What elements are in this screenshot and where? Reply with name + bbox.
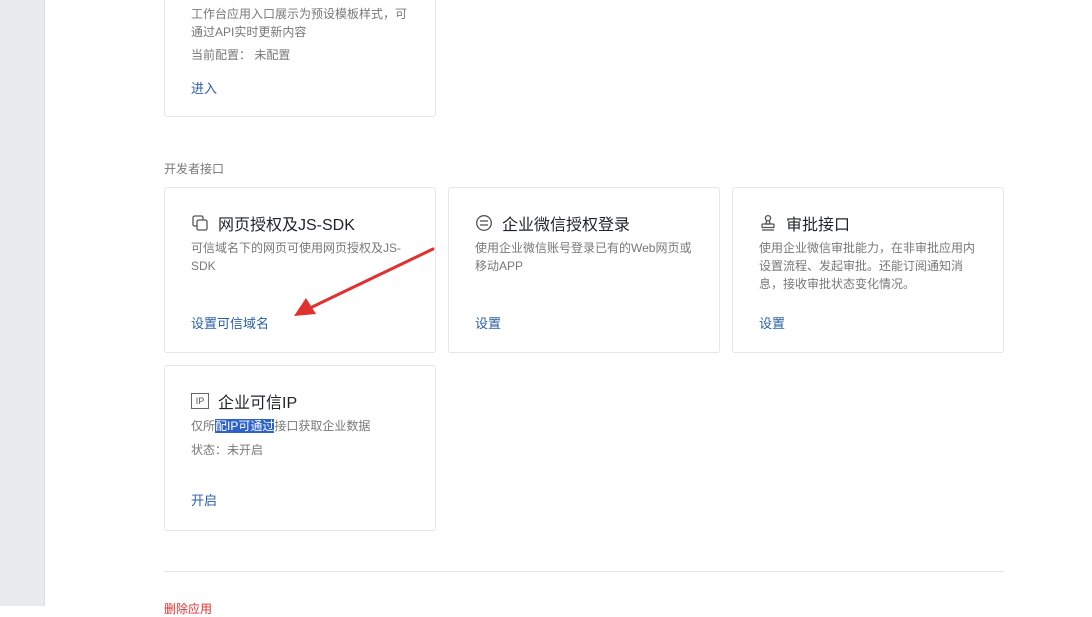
desc-post: 接口获取企业数据 [274,419,371,433]
section-divider [164,571,1004,572]
selected-text: 配IP可通过 [215,419,275,433]
card-trusted-ip-desc: 仅所配IP可通过接口获取企业数据 [191,417,415,435]
card-trusted-ip-status: 状态：未开启 [191,441,415,459]
stamp-icon [759,214,777,232]
card-wecom-login-desc: 使用企业微信账号登录已有的Web网页或移动APP [475,241,692,273]
card-trusted-ip: IP 企业可信IP 仅所配IP可通过接口获取企业数据 状态：未开启 开启 [164,365,436,531]
card-trusted-ip-title-text: 企业可信IP [218,395,298,412]
card-wecom-login-title-text: 企业微信授权登录 [502,217,631,234]
card-approval-desc: 使用企业微信审批能力，在非审批应用内设置流程、发起审批。还能订阅通知消息，接收审… [759,241,976,291]
card-wecom-login: 企业微信授权登录 使用企业微信账号登录已有的Web网页或移动APP 设置 [448,187,720,353]
workbench-card-config: 当前配置： 未配置 [191,46,415,64]
set-trusted-domain-link[interactable]: 设置可信域名 [191,313,269,332]
enable-trusted-ip-link[interactable]: 开启 [191,490,217,509]
left-rail [0,0,45,606]
card-trusted-ip-title: IP 企业可信IP [191,391,298,412]
card-web-auth-title-text: 网页授权及JS-SDK [218,217,355,234]
card-approval: 审批接口 使用企业微信审批能力，在非审批应用内设置流程、发起审批。还能订阅通知消… [732,187,1004,353]
desc-pre: 仅所 [191,419,216,433]
wecom-login-settings-link[interactable]: 设置 [475,313,501,332]
delete-app-link[interactable]: 删除应用 [164,600,212,617]
status-label: 状态： [191,443,228,457]
card-web-auth-title: 网页授权及JS-SDK [191,213,355,234]
workbench-card-desc: 工作台应用入口展示为预设模板样式，可通过API实时更新内容 [191,7,408,39]
section-title: 开发者接口 [164,162,225,176]
copy-icon [191,214,209,232]
login-icon [475,214,493,232]
card-approval-title: 审批接口 [759,213,851,234]
workbench-card: 工作台应用入口展示为预设模板样式，可通过API实时更新内容 当前配置： 未配置 … [164,0,436,117]
card-web-auth-desc: 可信域名下的网页可使用网页授权及JS-SDK [191,241,402,273]
card-approval-title-text: 审批接口 [786,217,851,234]
ip-icon-text: IP [195,396,205,406]
status-value: 未开启 [227,443,264,457]
card-wecom-login-title: 企业微信授权登录 [475,213,631,234]
card-web-auth: 网页授权及JS-SDK 可信域名下的网页可使用网页授权及JS-SDK 设置可信域… [164,187,436,353]
approval-settings-link[interactable]: 设置 [759,313,785,332]
ip-icon: IP [191,393,209,409]
config-label: 当前配置： [191,48,252,62]
enter-link[interactable]: 进入 [191,78,217,97]
config-value: 未配置 [254,48,291,62]
